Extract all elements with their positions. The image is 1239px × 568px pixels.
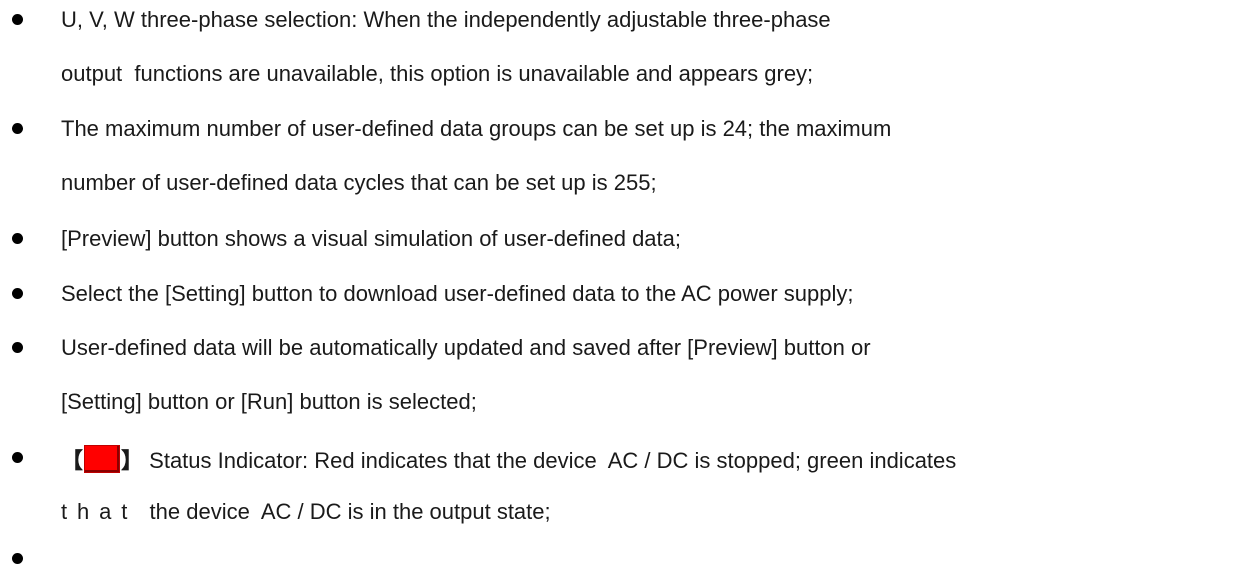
bullet-2-line-2: number of user-defined data cycles that …: [61, 170, 657, 195]
bullet-point-empty: [12, 553, 23, 564]
status-indicator-red: [84, 445, 121, 473]
bullet-4-line-1: Select the [Setting] button to download …: [61, 281, 854, 306]
bullet-point: [12, 123, 23, 134]
bullet-point: [12, 233, 23, 244]
bullet-point: [12, 452, 23, 463]
bullet-5-line-1: User-defined data will be automatically …: [61, 335, 871, 360]
bullet-point: [12, 342, 23, 353]
bullet-6-line-2: that the device AC / DC is in the output…: [61, 499, 551, 525]
bullet-3-line-1: [Preview] button shows a visual simulati…: [61, 226, 681, 251]
spaced-word: that: [61, 499, 138, 524]
status-indicator-description-cont: the device AC / DC is in the output stat…: [137, 499, 551, 524]
bracket-close: 】: [121, 448, 144, 473]
bullet-6-line-1: 【 】 Status Indicator: Red indicates that …: [61, 445, 956, 474]
status-indicator-description: Status Indicator: Red indicates that the…: [149, 448, 957, 473]
bracket-open: 【: [61, 448, 84, 473]
bullet-point: [12, 14, 23, 25]
bullet-2-line-1: The maximum number of user-defined data …: [61, 116, 892, 141]
bullet-5-line-2: [Setting] button or [Run] button is sele…: [61, 389, 477, 414]
bullet-1-line-2: output functions are unavailable, this o…: [61, 61, 814, 86]
bullet-point: [12, 288, 23, 299]
bullet-1-line-1: U, V, W three-phase selection: When the …: [61, 7, 831, 32]
